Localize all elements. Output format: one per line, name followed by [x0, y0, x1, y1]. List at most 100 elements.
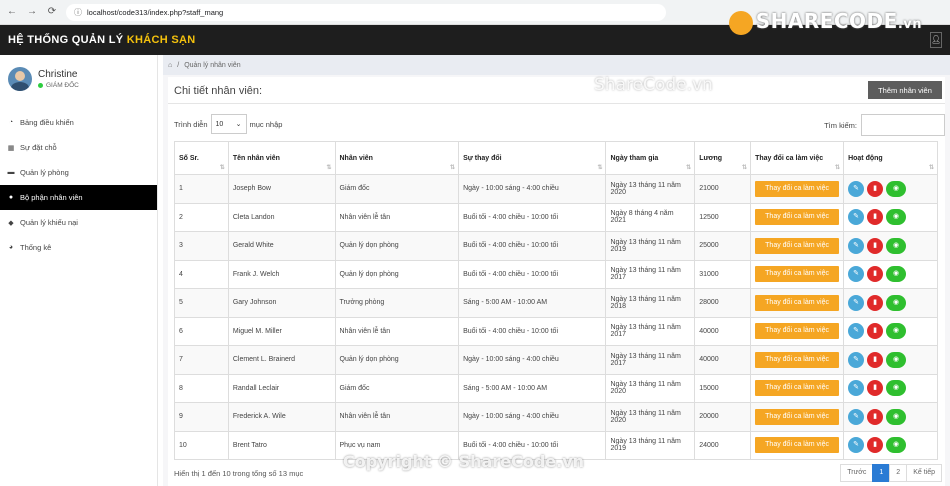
table-row: 1 Joseph Bow Giám đốc Ngày - 10:00 sáng - 4…: [174, 174, 938, 204]
view-button[interactable]: ◉: [886, 209, 907, 226]
back-icon[interactable]: ←: [6, 6, 18, 18]
pagination-next[interactable]: Kế tiếp: [906, 464, 942, 482]
col-header-salary[interactable]: Lương ⇅: [694, 141, 752, 175]
edit-button[interactable]: ✎: [848, 209, 865, 226]
delete-button[interactable]: ▮: [867, 380, 884, 397]
pagination-page-1[interactable]: 1: [872, 464, 891, 482]
view-button[interactable]: ◉: [886, 380, 907, 397]
delete-button[interactable]: ▮: [867, 408, 884, 425]
edit-button[interactable]: ✎: [848, 180, 865, 197]
change-shift-button[interactable]: Thay đổi ca làm việc: [755, 437, 840, 454]
cell-no: 8: [174, 373, 229, 403]
edit-button[interactable]: ✎: [848, 380, 865, 397]
view-button[interactable]: ◉: [886, 437, 907, 454]
sidebar-item-label: Bộ phận nhân viên: [20, 193, 83, 202]
sidebar-item-dashboard[interactable]: ◔ Bảng điều khiển: [0, 110, 157, 135]
user-menu-button[interactable]: 👤︎: [930, 32, 942, 48]
view-button[interactable]: ◉: [886, 294, 907, 311]
col-header-label: Lương: [699, 154, 723, 162]
change-shift-button[interactable]: Thay đổi ca làm việc: [755, 351, 840, 368]
search-label: Tìm kiếm:: [824, 120, 857, 130]
edit-button[interactable]: ✎: [848, 294, 865, 311]
change-shift-button[interactable]: Thay đổi ca làm việc: [755, 380, 840, 397]
change-shift-button[interactable]: Thay đổi ca làm việc: [755, 209, 840, 226]
change-shift-button[interactable]: Thay đổi ca làm việc: [755, 266, 840, 283]
delete-button[interactable]: ▮: [867, 437, 884, 454]
cell-joined: Ngày 8 tháng 4 năm 2021: [605, 202, 696, 232]
cell-joined: Ngày 13 tháng 11 năm 2019: [605, 231, 696, 261]
profile-role-text: GIÁM ĐỐC: [46, 81, 79, 89]
cell-shift: Buổi tối - 4:00 chiều - 10:00 tối: [458, 202, 607, 232]
view-button[interactable]: ◉: [886, 266, 907, 283]
cell-salary: 25000: [694, 231, 752, 261]
add-staff-button[interactable]: Thêm nhân viên: [868, 81, 942, 99]
cell-name: Clement L. Brainerd: [227, 345, 336, 375]
view-button[interactable]: ◉: [886, 408, 907, 425]
home-icon[interactable]: ⌂: [168, 62, 172, 69]
change-shift-button[interactable]: Thay đổi ca làm việc: [755, 294, 840, 311]
change-shift-button[interactable]: Thay đổi ca làm việc: [755, 180, 840, 197]
reload-icon[interactable]: ⟳: [46, 6, 58, 18]
pagination-prev[interactable]: Trước: [840, 464, 874, 482]
delete-button[interactable]: ▮: [867, 180, 884, 197]
cell-shift: Buổi tối - 4:00 chiều - 10:00 tối: [458, 231, 607, 261]
cell-salary: 24000: [694, 430, 752, 460]
col-header-change-shift[interactable]: Thay đổi ca làm việc ⇅: [750, 141, 845, 175]
forward-icon[interactable]: →: [26, 6, 38, 18]
sidebar-item-staff[interactable]: ● Bộ phận nhân viên: [0, 185, 157, 210]
edit-button[interactable]: ✎: [848, 266, 865, 283]
edit-button[interactable]: ✎: [848, 351, 865, 368]
cell-salary: 28000: [694, 288, 752, 318]
divider: [168, 103, 945, 104]
cell-no: 5: [174, 288, 229, 318]
col-header-name[interactable]: Tên nhân viên ⇅: [227, 141, 336, 175]
col-header-shift[interactable]: Sự thay đổi ⇅: [458, 141, 607, 175]
pencil-icon: ✎: [853, 241, 859, 249]
view-button[interactable]: ◉: [886, 180, 907, 197]
pencil-icon: ✎: [853, 270, 859, 278]
edit-button[interactable]: ✎: [848, 237, 865, 254]
sidebar-item-rooms[interactable]: ▬ Quản lý phòng: [0, 160, 157, 185]
cell-change-shift: Thay đổi ca làm việc: [750, 174, 845, 204]
entries-select[interactable]: 10 ⌄: [210, 114, 247, 134]
change-shift-button[interactable]: Thay đổi ca làm việc: [755, 408, 840, 425]
view-button[interactable]: ◉: [886, 237, 907, 254]
profile-name: Christine: [38, 68, 78, 80]
change-shift-button[interactable]: Thay đổi ca làm việc: [755, 237, 840, 254]
delete-button[interactable]: ▮: [867, 323, 884, 340]
delete-button[interactable]: ▮: [867, 351, 884, 368]
delete-button[interactable]: ▮: [867, 266, 884, 283]
cell-role: Giám đốc: [334, 373, 460, 403]
pencil-icon: ✎: [853, 441, 859, 449]
sidebar-item-label: Sự đặt chỗ: [20, 143, 57, 152]
change-shift-button[interactable]: Thay đổi ca làm việc: [755, 323, 840, 340]
cell-joined: Ngày 13 tháng 11 năm 2020: [605, 402, 696, 432]
user-profile: Christine GIÁM ĐỐC: [0, 55, 157, 102]
col-header-joined[interactable]: Ngày tham gia ⇅: [605, 141, 696, 175]
col-header-no[interactable]: Số Sr. ⇅: [174, 141, 229, 175]
pagination-page-2[interactable]: 2: [889, 464, 908, 482]
edit-button[interactable]: ✎: [848, 437, 865, 454]
sort-icon: ⇅: [928, 165, 934, 171]
sidebar-item-reservation[interactable]: ▦ Sự đặt chỗ: [0, 135, 157, 160]
cell-actions: ✎ ▮ ◉: [843, 373, 938, 403]
col-header-actions[interactable]: Hoạt động ⇅: [843, 141, 938, 175]
cell-change-shift: Thay đổi ca làm việc: [750, 259, 845, 289]
delete-button[interactable]: ▮: [867, 209, 884, 226]
view-button[interactable]: ◉: [886, 323, 907, 340]
delete-button[interactable]: ▮: [867, 237, 884, 254]
cell-shift: Sáng - 5:00 AM - 10:00 AM: [458, 373, 607, 403]
delete-button[interactable]: ▮: [867, 294, 884, 311]
table-info: Hiển thị 1 đến 10 trong tổng số 13 mục: [174, 469, 304, 478]
edit-button[interactable]: ✎: [848, 408, 865, 425]
site-info-icon[interactable]: ⓘ: [74, 7, 82, 18]
sidebar-item-complaints[interactable]: ◆ Quản lý khiếu nại: [0, 210, 157, 235]
sidebar-item-statistics[interactable]: ◕ Thống kê: [0, 235, 157, 260]
col-header-role[interactable]: Nhân viên ⇅: [334, 141, 460, 175]
view-button[interactable]: ◉: [886, 351, 907, 368]
search-input[interactable]: [861, 114, 945, 136]
profile-role: GIÁM ĐỐC: [38, 82, 79, 89]
trash-icon: ▮: [873, 184, 877, 192]
address-bar[interactable]: ⓘ localhost/code313/index.php?staff_mang: [66, 3, 666, 21]
edit-button[interactable]: ✎: [848, 323, 865, 340]
